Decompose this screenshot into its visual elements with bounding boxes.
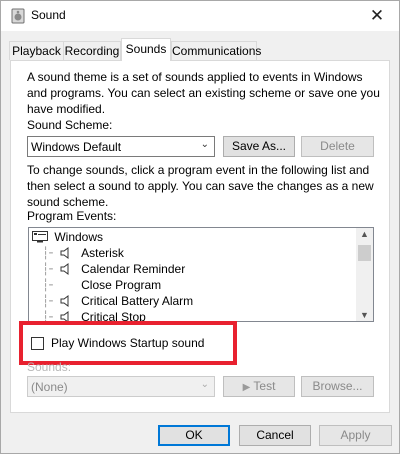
tab-recording[interactable]: Recording bbox=[63, 41, 121, 60]
tab-sounds[interactable]: Sounds bbox=[121, 38, 171, 61]
event-label: Close Program bbox=[81, 278, 162, 292]
sound-dialog: Sound ✕ Playback Recording Sounds Commun… bbox=[0, 0, 400, 454]
list-scrollbar[interactable]: ▲ ▼ bbox=[356, 228, 373, 321]
cancel-button[interactable]: Cancel bbox=[239, 425, 311, 446]
event-label: Critical Battery Alarm bbox=[81, 294, 194, 308]
intro-line-3: have modified. bbox=[27, 102, 106, 116]
apply-button[interactable]: Apply bbox=[319, 425, 392, 446]
list-item[interactable]: ┆╴ Close Program bbox=[42, 277, 161, 293]
event-label: Calendar Reminder bbox=[81, 262, 186, 276]
intro-line-1: A sound theme is a set of sounds applied… bbox=[27, 70, 363, 84]
close-button[interactable]: ✕ bbox=[355, 1, 399, 31]
title-bar: Sound ✕ bbox=[1, 1, 399, 31]
sounds-label: Sounds: bbox=[27, 360, 72, 374]
test-button[interactable]: ▶ Test bbox=[223, 376, 295, 397]
speaker-icon bbox=[60, 247, 69, 259]
list-item[interactable]: ┆╴ Asterisk bbox=[42, 245, 124, 261]
play-icon: ▶ bbox=[242, 382, 251, 393]
scroll-down-icon[interactable]: ▼ bbox=[360, 310, 369, 320]
list-item[interactable]: Windows bbox=[32, 229, 103, 245]
chevron-down-icon: ⌄ bbox=[200, 379, 209, 390]
intro-line-2: and programs. You can select an existing… bbox=[27, 86, 380, 100]
sound-scheme-select[interactable]: Windows Default ⌄ bbox=[27, 136, 215, 157]
speaker-icon bbox=[60, 295, 69, 307]
speaker-icon bbox=[11, 8, 25, 24]
computer-icon bbox=[32, 231, 48, 243]
sound-value: (None) bbox=[31, 380, 68, 394]
event-label: Windows bbox=[54, 230, 104, 244]
list-item[interactable]: ┆╴ Critical Battery Alarm bbox=[42, 293, 193, 309]
delete-button[interactable]: Delete bbox=[301, 136, 374, 157]
ok-button[interactable]: OK bbox=[158, 425, 230, 446]
window-title: Sound bbox=[31, 8, 66, 22]
program-events-list[interactable]: Windows ┆╴ Asterisk ┆╴ Calendar Reminder… bbox=[28, 227, 374, 322]
sound-scheme-label: Sound Scheme: bbox=[27, 118, 113, 132]
instructions-line-2: then select a sound to apply. You can sa… bbox=[27, 179, 374, 193]
program-events-label: Program Events: bbox=[27, 209, 117, 223]
tab-communications[interactable]: Communications bbox=[171, 41, 261, 60]
list-item[interactable]: ┆╴ Calendar Reminder bbox=[42, 261, 185, 277]
close-icon: ✕ bbox=[369, 6, 385, 25]
instructions-line-1: To change sounds, click a program event … bbox=[27, 163, 370, 177]
sound-select[interactable]: (None) ⌄ bbox=[27, 376, 215, 397]
event-label: Asterisk bbox=[81, 246, 124, 260]
tab-playback[interactable]: Playback bbox=[9, 41, 64, 60]
browse-button[interactable]: Browse... bbox=[301, 376, 374, 397]
chevron-down-icon: ⌄ bbox=[200, 139, 209, 150]
scroll-up-icon[interactable]: ▲ bbox=[360, 229, 369, 239]
save-as-button[interactable]: Save As... bbox=[223, 136, 295, 157]
speaker-icon bbox=[60, 263, 69, 275]
scroll-thumb[interactable] bbox=[358, 245, 371, 261]
sound-scheme-value: Windows Default bbox=[31, 140, 122, 154]
test-label: Test bbox=[253, 379, 276, 393]
